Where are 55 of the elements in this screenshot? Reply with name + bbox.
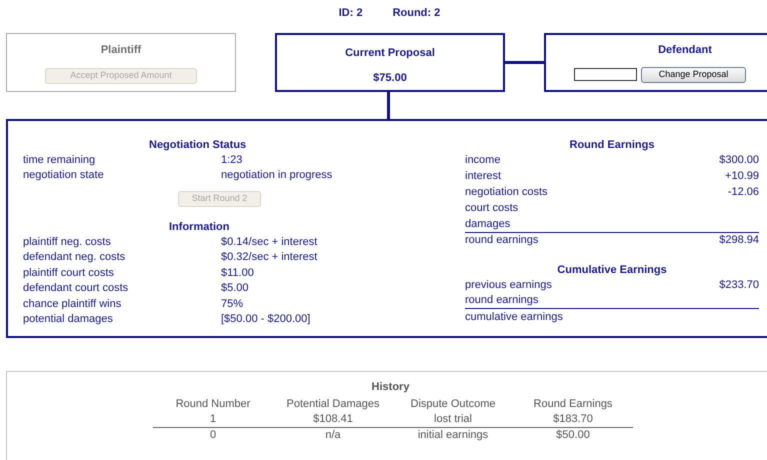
- column-header: Round Earnings: [532, 397, 614, 412]
- row-label: damages: [465, 216, 510, 232]
- row-label: interest: [465, 168, 502, 184]
- action-button[interactable]: Change Proposal: [641, 66, 746, 82]
- row-label: time remaining: [23, 152, 96, 168]
- table-cell: 1: [153, 412, 273, 428]
- row-label: plaintiff neg. costs: [23, 234, 112, 250]
- row-value: 75%: [221, 296, 244, 312]
- row-value: $300.00: [719, 152, 759, 168]
- row-value: $0.32/sec + interest: [221, 250, 318, 265]
- row-value: $5.00: [221, 281, 249, 296]
- section-title: Information: [169, 220, 230, 234]
- row-label: defendant court costs: [23, 281, 130, 296]
- column-header: Dispute Outcome: [410, 397, 496, 412]
- row-label: plaintiff court costs: [23, 266, 115, 280]
- round-label: Round: 2: [392, 6, 440, 20]
- section-title: Negotiation Status: [149, 138, 248, 152]
- row-value: $11.00: [221, 266, 254, 280]
- row-value: -12.06: [728, 184, 759, 200]
- table-cell: 0: [153, 428, 273, 443]
- row-label: cumulative earnings: [465, 310, 563, 325]
- row-value: $233.70: [719, 278, 759, 293]
- row-label: round earnings: [465, 293, 538, 308]
- row-value: [$50.00 - $200.00]: [221, 312, 310, 327]
- row-label: previous earnings: [465, 278, 552, 293]
- row-label: negotiation state: [23, 168, 105, 183]
- table-cell: n/a: [273, 428, 393, 443]
- panel-title: Current Proposal: [345, 46, 435, 61]
- table-cell: lost trial: [393, 412, 513, 428]
- row-label: negotiation costs: [465, 184, 548, 200]
- row-label: defendant neg. costs: [23, 250, 126, 265]
- panel-title: Plaintiff: [100, 43, 142, 58]
- row-label: court costs: [465, 200, 518, 216]
- column-header: Potential Damages: [286, 397, 380, 412]
- section-title: Round Earnings: [570, 138, 654, 152]
- column-header: Round Number: [174, 397, 252, 412]
- row-value: +10.99: [725, 168, 759, 184]
- row-label: round earnings: [465, 233, 538, 248]
- row-value: negotiation in progress: [221, 168, 332, 183]
- section-title: Cumulative Earnings: [557, 263, 667, 277]
- row-label: income: [465, 152, 500, 168]
- history-title: History: [370, 380, 410, 395]
- row-label: potential damages: [23, 312, 114, 327]
- proposal-input[interactable]: [574, 68, 637, 81]
- row-value: $298.94: [719, 233, 759, 248]
- row-value: $0.14/sec + interest: [221, 234, 318, 250]
- row-value: 1:23: [221, 152, 242, 168]
- proposal-amount: $75.00: [373, 70, 407, 86]
- table-cell: initial earnings: [393, 428, 513, 443]
- row-label: chance plaintiff wins: [23, 296, 122, 312]
- panel-title: Defendant: [657, 43, 713, 58]
- table-cell: $183.70: [513, 412, 633, 428]
- table-cell: $50.00: [513, 428, 633, 443]
- table-cell: $108.41: [273, 412, 393, 428]
- id-label: ID: 2: [338, 6, 363, 20]
